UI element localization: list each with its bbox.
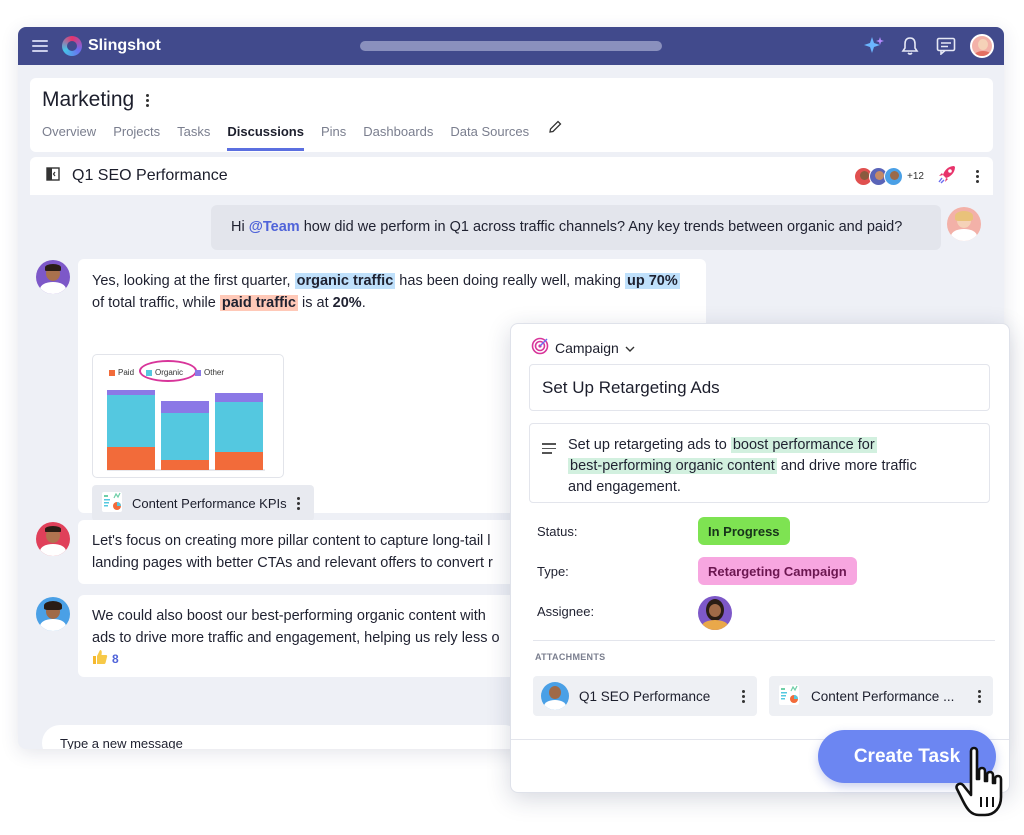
mention-team[interactable]: @Team: [249, 219, 300, 235]
attachment-name: Q1 SEO Performance: [579, 688, 711, 704]
discussion-more-icon[interactable]: [976, 169, 979, 183]
attachment-chip-kpis[interactable]: Content Performance ...: [769, 676, 993, 716]
attachment-chip-kpis[interactable]: Content Performance KPIs: [92, 485, 314, 521]
message-bubble: We could also boost our best-performing …: [78, 595, 538, 677]
user-avatar[interactable]: [970, 34, 994, 58]
message-text: We could also boost our best-performing …: [92, 608, 486, 624]
task-description: Set up retargeting ads to boost performa…: [568, 437, 917, 495]
target-icon: [531, 337, 549, 358]
attachment-chip-discussion[interactable]: Q1 SEO Performance: [533, 676, 757, 716]
pointer-hand-icon: [955, 745, 1013, 830]
member-avatar: [884, 166, 904, 186]
member-avatars[interactable]: +12: [854, 166, 924, 186]
discussion-avatar-icon: [541, 682, 569, 710]
edit-pencil-icon[interactable]: [548, 120, 562, 151]
type-badge[interactable]: Retargeting Campaign: [698, 557, 857, 585]
bar-other-3: [215, 393, 263, 402]
collapse-panel-icon[interactable]: [46, 166, 60, 186]
dashboard-icon: [777, 683, 801, 710]
attachment-name: Content Performance KPIs: [132, 495, 287, 511]
slingshot-logo-icon: [62, 36, 82, 56]
message-composer[interactable]: Type a new message: [42, 725, 522, 749]
bar-organic-1: [107, 395, 155, 447]
bar-organic-3: [215, 402, 263, 452]
discussion-header: Q1 SEO Performance +12: [30, 157, 993, 195]
bar-paid-1: [107, 447, 155, 470]
type-label: Type:: [537, 564, 569, 579]
message-text: Let's focus on creating more pillar cont…: [92, 533, 491, 549]
menu-icon[interactable]: [32, 40, 48, 52]
author-avatar[interactable]: [36, 522, 70, 556]
project-header: Marketing Overview Projects Tasks Discus…: [30, 78, 993, 152]
thumbs-up-icon: [92, 649, 108, 669]
author-avatar[interactable]: [947, 207, 981, 241]
reaction[interactable]: 8: [92, 649, 524, 669]
top-bar: Slingshot: [18, 27, 1004, 65]
bell-icon[interactable]: [898, 34, 922, 58]
chat-icon[interactable]: [934, 34, 958, 58]
attachment-name: Content Performance ...: [811, 688, 955, 704]
message-bubble-mine: Hi @Team how did we perform in Q1 across…: [211, 205, 941, 250]
project-title: Marketing: [42, 88, 135, 111]
status-badge[interactable]: In Progress: [698, 517, 790, 545]
assignee-avatar[interactable]: [698, 596, 732, 630]
attachments-label: ATTACHMENTS: [535, 652, 606, 662]
chevron-down-icon: [625, 340, 635, 356]
tab-overview[interactable]: Overview: [42, 124, 96, 151]
description-icon: [542, 443, 556, 454]
tab-data-sources[interactable]: Data Sources: [450, 124, 529, 151]
tab-tasks[interactable]: Tasks: [177, 124, 210, 151]
search-bar[interactable]: [360, 41, 662, 51]
stacked-bar-chart: [107, 390, 265, 471]
message-bubble: Let's focus on creating more pillar cont…: [78, 520, 538, 584]
dashboard-icon: [100, 490, 124, 517]
ai-sparkle-icon[interactable]: [862, 34, 886, 58]
attachment-more-icon[interactable]: [742, 689, 745, 703]
message-text: how did we perform in Q1 across traffic …: [299, 219, 903, 235]
author-avatar[interactable]: [36, 597, 70, 631]
task-title: Set Up Retargeting Ads: [542, 378, 720, 397]
assignee-label: Assignee:: [537, 604, 595, 619]
campaign-selector[interactable]: Campaign: [531, 337, 635, 358]
status-label: Status:: [537, 524, 578, 539]
bar-paid-2: [161, 460, 209, 470]
project-more-icon[interactable]: [146, 93, 150, 107]
bar-other-2: [161, 401, 209, 413]
tab-pins[interactable]: Pins: [321, 124, 346, 151]
rocket-icon[interactable]: [936, 163, 958, 190]
message-text: Hi: [231, 219, 249, 235]
create-task-panel: Campaign Set Up Retargeting Ads Set up r…: [510, 323, 1010, 793]
message-text: Yes, looking at the first quarter, organ…: [92, 273, 680, 311]
message-text: landing pages with better CTAs and relev…: [92, 555, 493, 571]
discussion-title: Q1 SEO Performance: [72, 167, 228, 184]
composer-placeholder: Type a new message: [60, 736, 183, 749]
author-avatar[interactable]: [36, 260, 70, 294]
tab-projects[interactable]: Projects: [113, 124, 160, 151]
app-logo[interactable]: Slingshot: [62, 36, 161, 56]
divider: [533, 640, 995, 641]
member-extra-count: +12: [907, 170, 924, 182]
campaign-label: Campaign: [555, 339, 619, 356]
tab-discussions[interactable]: Discussions: [227, 124, 304, 151]
bar-other-1: [107, 390, 155, 395]
task-title-field[interactable]: Set Up Retargeting Ads: [529, 364, 990, 411]
attachment-more-icon[interactable]: [296, 496, 300, 510]
bar-paid-3: [215, 452, 263, 470]
attachment-more-icon[interactable]: [978, 689, 981, 703]
bar-organic-2: [161, 413, 209, 460]
message-text: ads to drive more traffic and engagement…: [92, 630, 500, 646]
app-name: Slingshot: [88, 37, 161, 54]
tab-dashboards[interactable]: Dashboards: [363, 124, 433, 151]
task-description-field[interactable]: Set up retargeting ads to boost performa…: [529, 423, 990, 503]
chart-card[interactable]: Paid Organic Other: [92, 354, 284, 478]
project-tabs: Overview Projects Tasks Discussions Pins…: [42, 120, 562, 151]
reaction-count: 8: [112, 652, 119, 666]
